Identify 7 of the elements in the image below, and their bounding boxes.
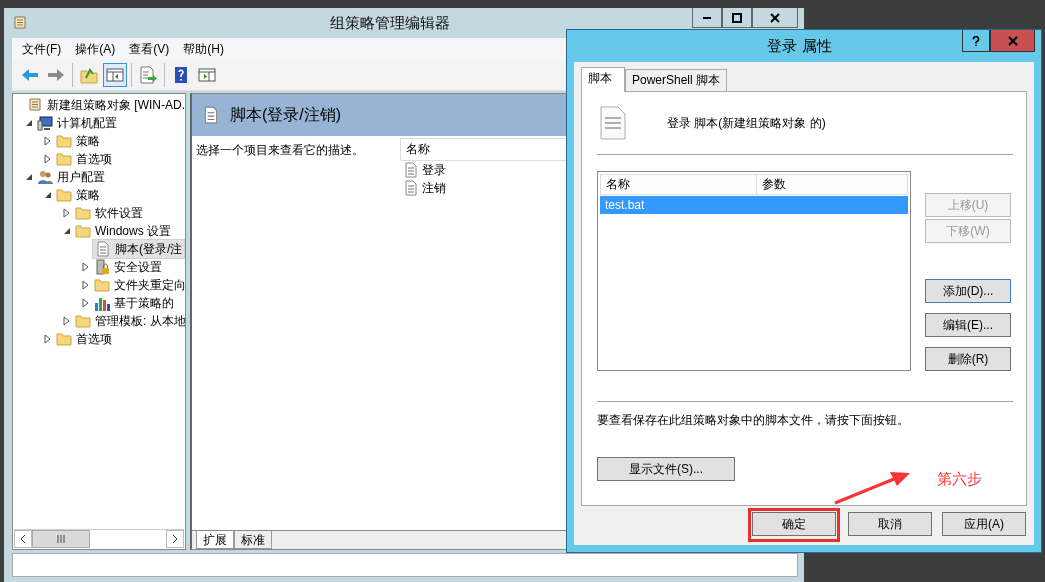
description-text: 选择一个项目来查看它的描述。 [195, 142, 365, 159]
annotation-label: 第六步 [937, 470, 982, 489]
dialog-title: 登录 属性 [766, 36, 833, 56]
details-title: 脚本(登录/注销) [230, 104, 342, 125]
script-heading: 登录 脚本(新建组策略对象 的) [667, 114, 826, 132]
window-title: 组策略管理编辑器 [329, 13, 451, 33]
note-text: 要查看保存在此组策略对象中的脚本文件，请按下面按钮。 [597, 412, 910, 429]
